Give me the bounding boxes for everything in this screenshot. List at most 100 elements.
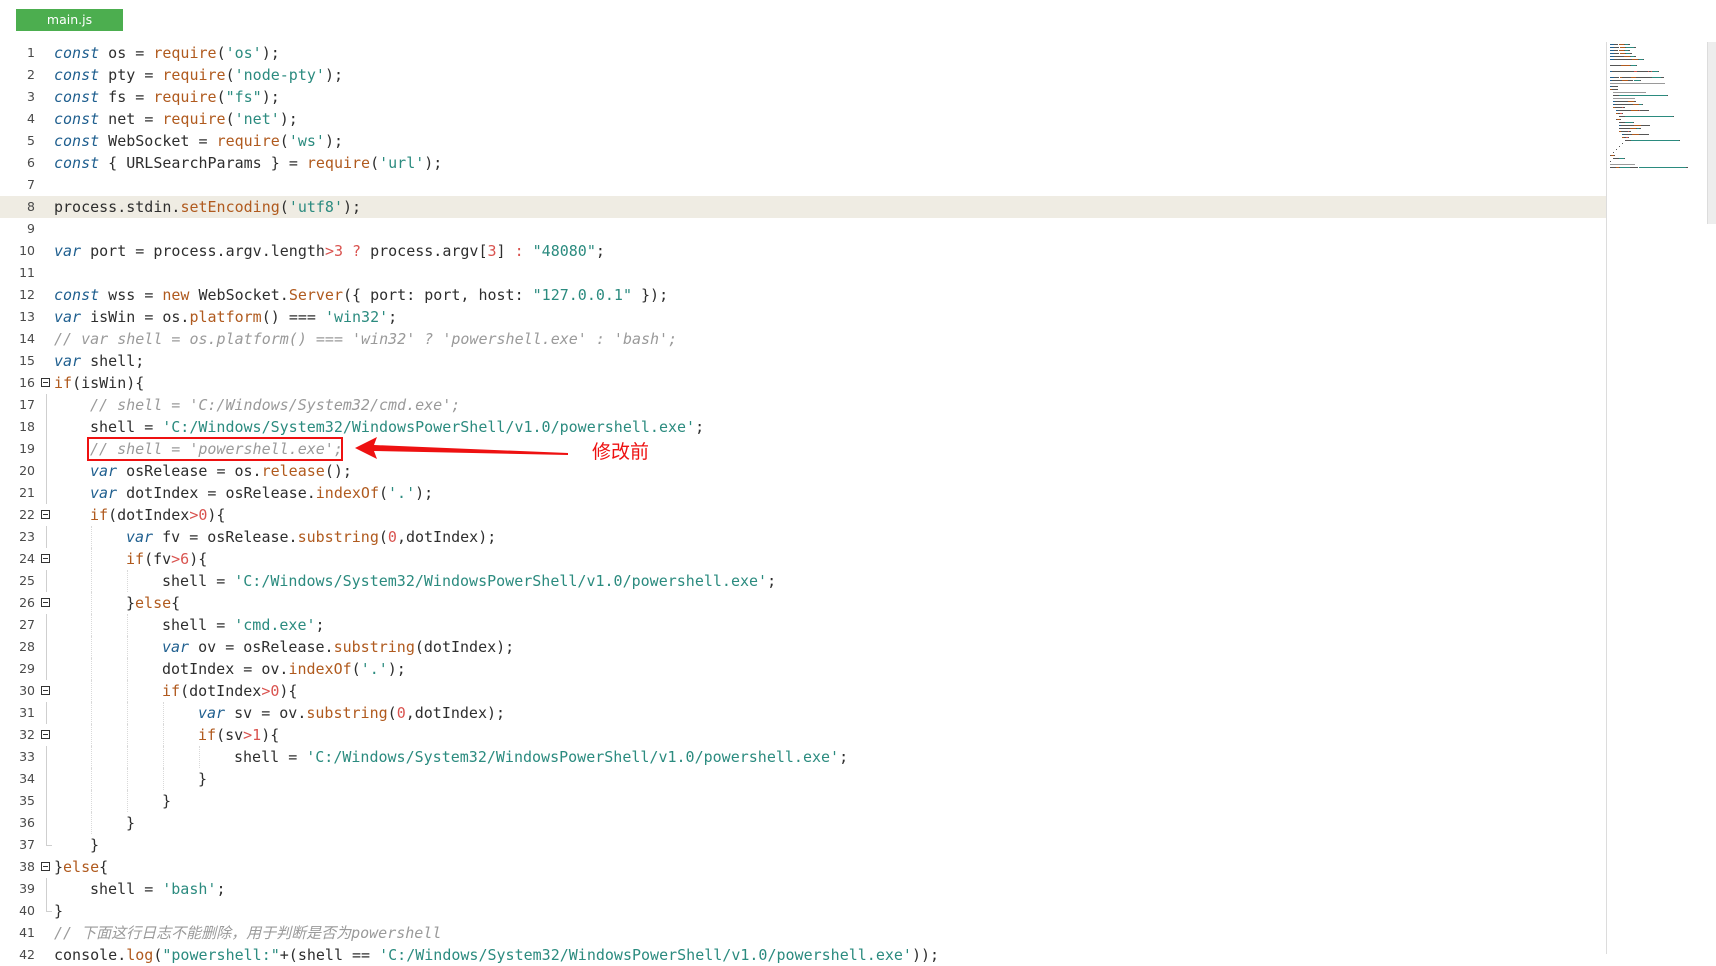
code-line[interactable]: 14 // var shell = os.platform() === 'win3… <box>0 328 1606 350</box>
minimap-stroke <box>1614 56 1623 57</box>
code-line[interactable]: 7 <box>0 174 1606 196</box>
code-token: '.' <box>388 484 416 502</box>
code-line[interactable]: 12 const wss = new WebSocket.Server({ por… <box>0 284 1606 306</box>
code-line[interactable]: 5 const WebSocket = require('ws'); <box>0 130 1606 152</box>
code-text: if(isWin){ <box>54 372 144 394</box>
indent-guide <box>126 680 162 702</box>
indent-guide <box>54 790 90 812</box>
code-line[interactable]: 35} <box>0 790 1606 812</box>
fold-guide <box>46 482 47 504</box>
code-line[interactable]: 6 const { URLSearchParams } = require('ur… <box>0 152 1606 174</box>
code-token: pty <box>99 66 145 84</box>
code-line[interactable]: 22 if(dotIndex>0){ <box>0 504 1606 526</box>
indent-guide <box>54 746 90 768</box>
indent-guide <box>54 416 90 438</box>
code-token: os. <box>225 462 262 480</box>
code-line[interactable]: 34} <box>0 768 1606 790</box>
fold-toggle-icon[interactable] <box>41 598 50 607</box>
code-line[interactable]: 30 if(dotIndex>0){ <box>0 680 1606 702</box>
code-token: { URLSearchParams } <box>99 154 289 172</box>
code-token: require <box>153 44 217 62</box>
code-line[interactable]: 28 var ov = osRelease.substring(dotIndex)… <box>0 636 1606 658</box>
code-line[interactable]: 24 if(fv>6){ <box>0 548 1606 570</box>
code-line[interactable]: 18 shell = 'C:/Windows/System32/WindowsPo… <box>0 416 1606 438</box>
code-line[interactable]: 42 console.log("powershell:"+(shell == 'C… <box>0 944 1606 966</box>
code-token: ){ <box>261 726 280 744</box>
fold-toggle-icon[interactable] <box>41 510 50 519</box>
code-line[interactable]: 10 var port = process.argv.length>3 ? pro… <box>0 240 1606 262</box>
line-number: 22 <box>19 507 35 522</box>
code-line[interactable]: 40} <box>0 900 1606 922</box>
indent-guide <box>162 724 198 746</box>
code-line[interactable]: 33 shell = 'C:/Windows/System32/WindowsPo… <box>0 746 1606 768</box>
code-line[interactable]: 29 dotIndex = ov.indexOf('.'); <box>0 658 1606 680</box>
fold-guide <box>46 394 47 416</box>
indent-guide <box>54 680 90 702</box>
code-token: ){ <box>279 682 298 700</box>
code-line[interactable]: 13 var isWin = os.platform() === 'win32'; <box>0 306 1606 328</box>
code-line[interactable]: 25 shell = 'C:/Windows/System32/WindowsPo… <box>0 570 1606 592</box>
code-token: ); <box>424 154 443 172</box>
code-line[interactable]: 38}else{ <box>0 856 1606 878</box>
fold-toggle-icon[interactable] <box>41 378 50 387</box>
code-token: 'C:/Windows/System32/WindowsPowerShell/v… <box>162 418 696 436</box>
code-token: shell <box>90 880 145 898</box>
code-line[interactable]: 11 <box>0 262 1606 284</box>
code-line[interactable]: 21 var dotIndex = osRelease.indexOf('.'); <box>0 482 1606 504</box>
code-line[interactable]: 31 var sv = ov.substring(0,dotIndex); <box>0 702 1606 724</box>
editor-tab-main-js[interactable]: main.js <box>16 9 123 31</box>
fold-toggle-icon[interactable] <box>41 862 50 871</box>
code-line[interactable]: 36} <box>0 812 1606 834</box>
code-line[interactable]: 9 <box>0 218 1606 240</box>
code-token: const <box>54 110 100 128</box>
code-text: } <box>54 812 135 834</box>
code-line[interactable]: 39 shell = 'bash'; <box>0 878 1606 900</box>
minimap-stroke <box>1619 95 1667 96</box>
code-token: ov <box>189 638 226 656</box>
line-number: 31 <box>19 705 35 720</box>
code-line[interactable]: 20 var osRelease = os.release(); <box>0 460 1606 482</box>
code-line[interactable]: 27 shell = 'cmd.exe'; <box>0 614 1606 636</box>
code-text: var osRelease = os.release(); <box>54 460 352 482</box>
code-text: } <box>54 834 99 856</box>
code-text: const net = require('net'); <box>54 108 298 130</box>
code-line[interactable]: 3 const fs = require("fs"); <box>0 86 1606 108</box>
indent-guide <box>90 526 126 548</box>
fold-toggle-icon[interactable] <box>41 730 50 739</box>
indent-guide <box>126 570 162 592</box>
code-editor[interactable]: 1 const os = require('os'); 2 const pty = r… <box>0 42 1606 966</box>
code-token: require <box>153 88 217 106</box>
code-line[interactable]: 26}else{ <box>0 592 1606 614</box>
line-number: 7 <box>27 177 35 192</box>
line-number: 6 <box>27 155 35 170</box>
minimap-stroke <box>1615 101 1625 102</box>
code-token: = <box>144 418 154 436</box>
fold-guide <box>46 416 47 438</box>
code-minimap[interactable] <box>1606 42 1710 954</box>
code-token: ( <box>387 704 397 722</box>
indent-guide <box>90 680 126 702</box>
code-line[interactable]: 15 var shell; <box>0 350 1606 372</box>
code-line[interactable]: 2 const pty = require('node-pty'); <box>0 64 1606 86</box>
code-line[interactable]: 16 if(isWin){ <box>0 372 1606 394</box>
minimap-scroll-thumb[interactable] <box>1707 42 1716 224</box>
code-text: console.log("powershell:"+(shell == 'C:/… <box>54 944 939 966</box>
code-text: if(dotIndex>0){ <box>54 680 297 702</box>
code-line[interactable]: 8 process.stdin.setEncoding('utf8'); <box>0 196 1606 218</box>
code-line[interactable]: 4 const net = require('net'); <box>0 108 1606 130</box>
code-line[interactable]: 1 const os = require('os'); <box>0 42 1606 64</box>
minimap-stroke <box>1628 50 1630 51</box>
minimap-stroke <box>1616 149 1617 150</box>
fold-toggle-icon[interactable] <box>41 554 50 563</box>
code-token: ){ <box>207 506 226 524</box>
code-line[interactable]: 41 // 下面这行日志不能删除，用于判断是否为powershell <box>0 922 1606 944</box>
code-line[interactable]: 37} <box>0 834 1606 856</box>
code-line[interactable]: 17 // shell = 'C:/Windows/System32/cmd.ex… <box>0 394 1606 416</box>
fold-toggle-icon[interactable] <box>41 686 50 695</box>
code-token: const <box>54 66 100 84</box>
code-line[interactable]: 23 var fv = osRelease.substring(0,dotInde… <box>0 526 1606 548</box>
code-token: 'win32' <box>324 308 389 326</box>
code-line[interactable]: 32 if(sv>1){ <box>0 724 1606 746</box>
line-number: 40 <box>19 903 35 918</box>
code-token: const <box>54 154 100 172</box>
